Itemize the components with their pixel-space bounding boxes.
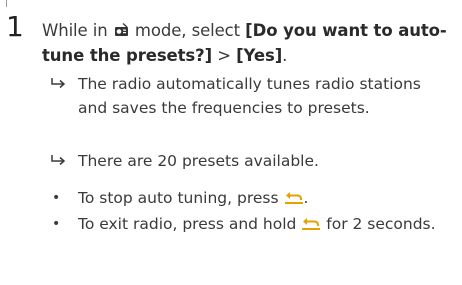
bullet-dot: • bbox=[52, 190, 61, 206]
result-item: There are 20 presets available. bbox=[50, 149, 448, 173]
page-edge-tick bbox=[6, 0, 7, 7]
bullet-text-before: To exit radio, press and hold bbox=[78, 215, 297, 233]
result-arrow-icon bbox=[51, 78, 66, 89]
bullet-text-after: for 2 seconds. bbox=[326, 215, 436, 233]
step-number: 1 bbox=[6, 10, 24, 43]
result-text: There are 20 presets available. bbox=[78, 152, 319, 170]
radio-mode-icon bbox=[114, 23, 128, 36]
step-text-after-icon: mode, select bbox=[134, 21, 241, 40]
result-text: The radio automatically tunes radio stat… bbox=[78, 75, 421, 117]
bullet-text-before: To stop auto tuning, press bbox=[78, 189, 279, 207]
step-instruction: While in mode, select [Do you want to au… bbox=[42, 18, 456, 68]
step-end-punctuation: . bbox=[282, 46, 288, 65]
bullet-dot: • bbox=[52, 216, 61, 232]
bullet-item: • To exit radio, press and hold for 2 se… bbox=[50, 212, 448, 236]
bullet-item: • To stop auto tuning, press . bbox=[50, 186, 448, 210]
option-yes: [Yes] bbox=[236, 46, 283, 65]
bullet-text: To exit radio, press and hold for 2 seco… bbox=[78, 212, 448, 236]
bullet-text-after: . bbox=[303, 189, 309, 207]
step-text-before-icon: While in bbox=[42, 21, 108, 40]
bullet-text: To stop auto tuning, press . bbox=[78, 186, 448, 210]
result-item: The radio automatically tunes radio stat… bbox=[50, 72, 448, 120]
option-separator: > bbox=[217, 46, 231, 65]
back-icon bbox=[284, 192, 303, 204]
result-arrow-icon bbox=[51, 155, 66, 166]
back-icon bbox=[302, 218, 321, 230]
